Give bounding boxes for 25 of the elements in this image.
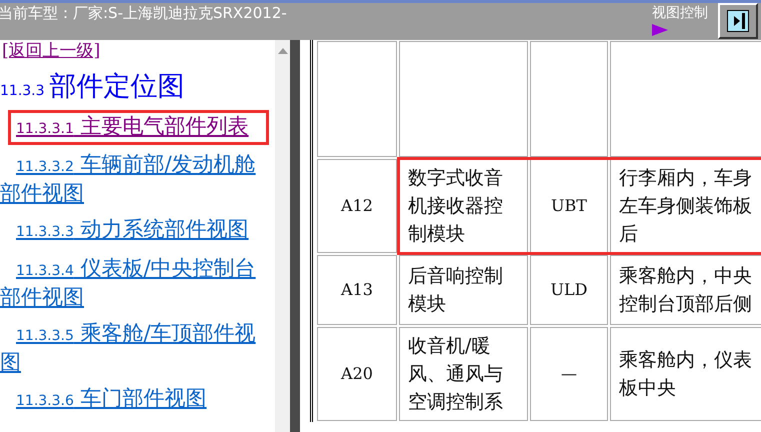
scrollbar[interactable] <box>275 40 290 432</box>
section-link[interactable]: 11.3.3.6 车门部件视图 <box>0 385 275 414</box>
exit-button[interactable] <box>718 3 758 39</box>
table-cell: ULD <box>530 255 608 325</box>
table-cell: — <box>530 327 608 421</box>
table-cell: 乘客舱内，中央控制台顶部后侧 <box>610 255 761 325</box>
section-link[interactable]: 11.3.3.5 乘客舱/车顶部件视图 <box>0 320 275 375</box>
section-link[interactable]: 11.3.3.2 车辆前部/发动机舱部件视图 <box>0 151 275 206</box>
table-cell: UBT <box>530 159 608 253</box>
triangle-icon <box>652 24 668 36</box>
section-link[interactable]: 11.3.3.1 主要电气部件列表 <box>11 113 266 142</box>
view-control-label: 视图控制 <box>652 4 708 22</box>
scroll-up-icon <box>278 48 288 54</box>
table-cell: 收音机/暖风、通风与空调控制系 <box>399 327 528 421</box>
table-cell: A13 <box>317 255 397 325</box>
section-heading: 11.3.3 部件定位图 <box>0 70 186 104</box>
table-cell: A20 <box>317 327 397 421</box>
table-cell: 乘客舱内，仪表板中央 <box>610 327 761 421</box>
table-cell: 后音响控制模块 <box>399 255 528 325</box>
section-link[interactable]: 11.3.3.4 仪表板/中央控制台部件视图 <box>0 255 275 310</box>
table-cell: A12 <box>317 159 397 253</box>
arrow-into-bar-icon <box>727 10 749 32</box>
section-link[interactable]: 11.3.3.3 动力系统部件视图 <box>0 216 275 245</box>
splitter[interactable] <box>290 40 300 432</box>
back-link[interactable]: [返回上一级] <box>2 40 100 62</box>
